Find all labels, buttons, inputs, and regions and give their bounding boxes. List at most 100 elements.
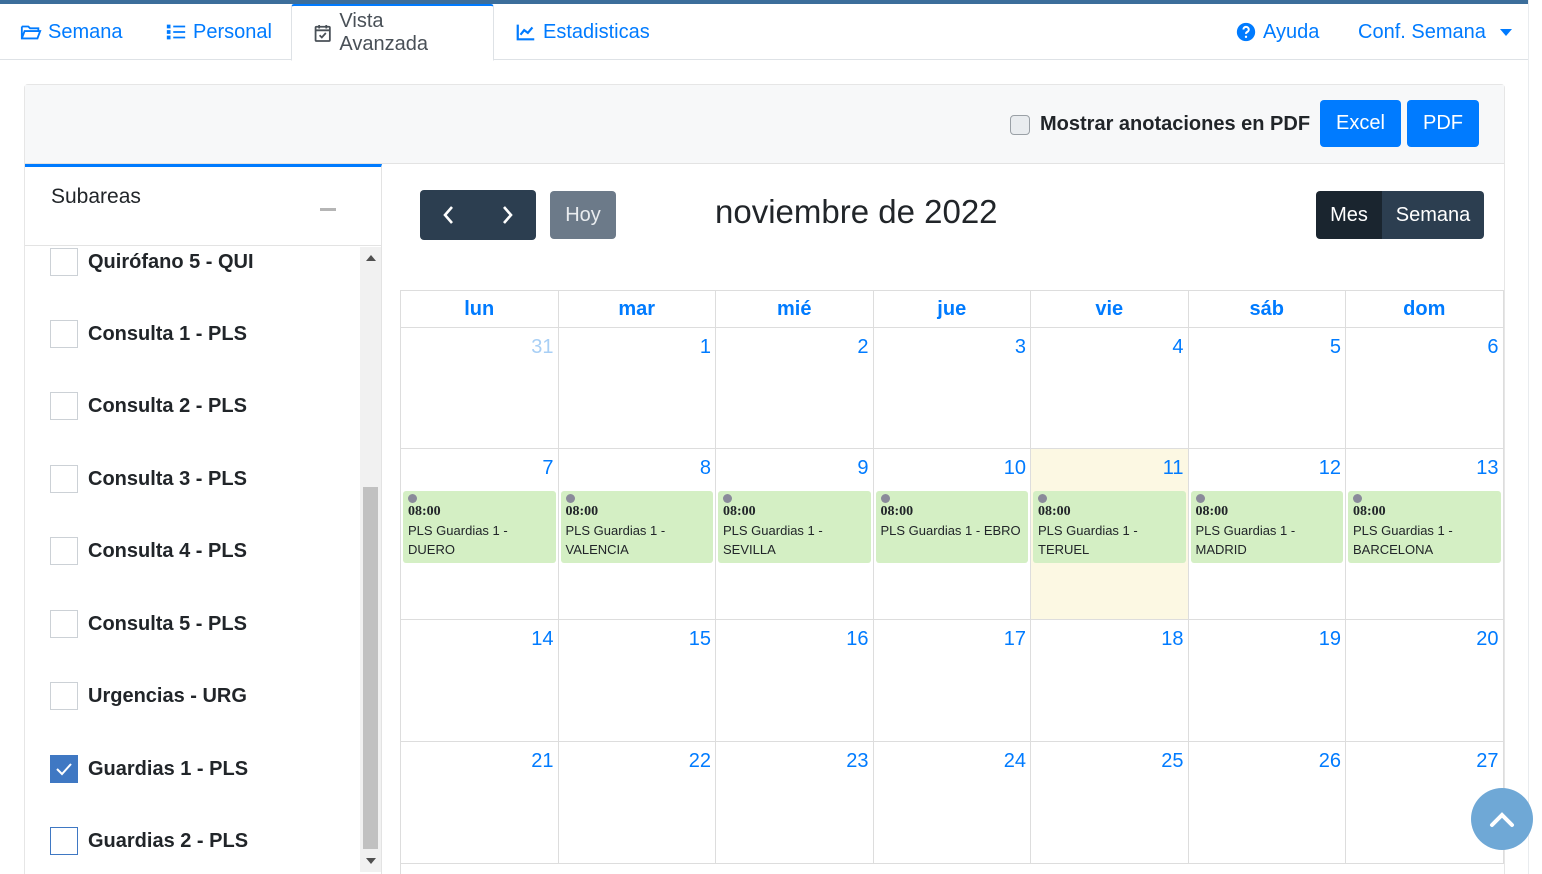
day-cell[interactable]: 4 — [1031, 328, 1189, 449]
scroll-up-arrow-icon[interactable] — [366, 255, 376, 261]
day-cell[interactable]: 16 — [716, 620, 874, 742]
subarea-checkbox[interactable] — [50, 537, 78, 565]
day-number[interactable]: 13 — [1476, 457, 1498, 480]
tab-vista-avanzada[interactable]: Vista Avanzada — [291, 4, 494, 61]
subarea-item[interactable]: Consulta 5 - PLS — [50, 609, 247, 639]
excel-button[interactable]: Excel — [1320, 100, 1401, 147]
day-number[interactable]: 27 — [1476, 750, 1498, 773]
day-cell[interactable]: 31 — [401, 328, 559, 449]
subarea-checkbox[interactable] — [50, 320, 78, 348]
day-cell[interactable]: 18 — [1031, 620, 1189, 742]
day-cell[interactable]: 13 08:00 PLS Guardias 1 - BARCELONA — [1346, 449, 1504, 620]
subarea-item[interactable]: Consulta 3 - PLS — [50, 464, 247, 494]
subarea-checkbox[interactable] — [50, 248, 78, 276]
day-number[interactable]: 2 — [857, 336, 868, 359]
day-cell[interactable]: 19 — [1188, 620, 1346, 742]
day-cell[interactable]: 24 — [873, 742, 1031, 864]
day-cell[interactable]: 6 — [1346, 328, 1504, 449]
day-number[interactable]: 4 — [1172, 336, 1183, 359]
day-number[interactable]: 24 — [1004, 750, 1026, 773]
calendar-event[interactable]: 08:00 PLS Guardias 1 - MADRID — [1190, 491, 1343, 563]
today-button[interactable]: Hoy — [550, 191, 616, 239]
day-cell[interactable]: 12 08:00 PLS Guardias 1 - MADRID — [1188, 449, 1346, 620]
subarea-item[interactable]: Guardias 2 - PLS — [50, 826, 248, 856]
day-number[interactable]: 23 — [846, 750, 868, 773]
subarea-item[interactable]: Urgencias - URG — [50, 681, 247, 711]
day-number[interactable]: 20 — [1476, 628, 1498, 651]
day-number[interactable]: 31 — [531, 336, 553, 359]
day-number[interactable]: 8 — [700, 457, 711, 480]
scroll-thumb[interactable] — [363, 487, 378, 849]
subarea-checkbox[interactable] — [50, 465, 78, 493]
subarea-checkbox[interactable] — [50, 827, 78, 855]
subarea-checkbox[interactable] — [50, 682, 78, 710]
subarea-checkbox[interactable] — [50, 755, 78, 783]
calendar-event[interactable]: 08:00 PLS Guardias 1 - EBRO — [875, 491, 1028, 563]
day-number[interactable]: 1 — [700, 336, 711, 359]
pdf-button[interactable]: PDF — [1407, 100, 1479, 147]
day-cell[interactable]: 20 — [1346, 620, 1504, 742]
day-cell[interactable]: 9 08:00 PLS Guardias 1 - SEVILLA — [716, 449, 874, 620]
day-cell[interactable]: 23 — [716, 742, 874, 864]
tab-estadisticas[interactable]: Estadisticas — [515, 4, 650, 60]
calendar-event[interactable]: 08:00 PLS Guardias 1 - BARCELONA — [1348, 491, 1501, 563]
day-number[interactable]: 25 — [1161, 750, 1183, 773]
day-number[interactable]: 7 — [542, 457, 553, 480]
day-number[interactable]: 26 — [1319, 750, 1341, 773]
day-cell[interactable]: 5 — [1188, 328, 1346, 449]
subarea-item[interactable]: Consulta 2 - PLS — [50, 391, 247, 421]
day-number[interactable]: 3 — [1015, 336, 1026, 359]
help-link[interactable]: Ayuda — [1235, 4, 1319, 60]
day-cell[interactable]: 14 — [401, 620, 559, 742]
day-cell[interactable]: 21 — [401, 742, 559, 864]
day-cell[interactable]: 25 — [1031, 742, 1189, 864]
calendar-event[interactable]: 08:00 PLS Guardias 1 - TERUEL — [1033, 491, 1186, 563]
day-number[interactable]: 15 — [689, 628, 711, 651]
day-cell[interactable]: 8 08:00 PLS Guardias 1 - VALENCIA — [558, 449, 716, 620]
collapse-minus-icon[interactable] — [320, 208, 336, 211]
day-cell[interactable]: 17 — [873, 620, 1031, 742]
tab-personal[interactable]: Personal — [165, 4, 272, 60]
subarea-item[interactable]: Quirófano 5 - QUI — [50, 247, 254, 277]
subarea-item[interactable]: Consulta 4 - PLS — [50, 536, 247, 566]
subareas-scrollbar[interactable] — [360, 247, 381, 872]
day-number[interactable]: 16 — [846, 628, 868, 651]
calendar-event[interactable]: 08:00 PLS Guardias 1 - SEVILLA — [718, 491, 871, 563]
day-number[interactable]: 9 — [857, 457, 868, 480]
day-cell[interactable]: 15 — [558, 620, 716, 742]
day-cell[interactable]: 22 — [558, 742, 716, 864]
day-cell[interactable]: 11 08:00 PLS Guardias 1 - TERUEL — [1031, 449, 1189, 620]
scroll-down-arrow-icon[interactable] — [366, 858, 376, 864]
config-week-dropdown[interactable]: Conf. Semana — [1358, 4, 1512, 60]
week-view-button[interactable]: Semana — [1382, 191, 1484, 239]
prev-month-button[interactable] — [420, 190, 478, 240]
day-cell[interactable]: 2 — [716, 328, 874, 449]
subarea-checkbox[interactable] — [50, 392, 78, 420]
subarea-item[interactable]: Guardias 1 - PLS — [50, 754, 248, 784]
day-number[interactable]: 10 — [1004, 457, 1026, 480]
next-month-button[interactable] — [478, 190, 536, 240]
subarea-checkbox[interactable] — [50, 610, 78, 638]
subarea-item[interactable]: Consulta 1 - PLS — [50, 319, 247, 349]
day-cell[interactable]: 3 — [873, 328, 1031, 449]
day-number[interactable]: 18 — [1161, 628, 1183, 651]
scroll-top-button[interactable] — [1471, 788, 1533, 850]
page-scrollbar[interactable] — [1528, 0, 1542, 874]
day-number[interactable]: 21 — [531, 750, 553, 773]
day-number[interactable]: 11 — [1163, 457, 1184, 480]
day-cell[interactable]: 1 — [558, 328, 716, 449]
day-number[interactable]: 19 — [1319, 628, 1341, 651]
day-number[interactable]: 14 — [531, 628, 553, 651]
day-number[interactable]: 22 — [689, 750, 711, 773]
month-view-button[interactable]: Mes — [1316, 191, 1382, 239]
pdf-annotations-checkbox[interactable] — [1010, 115, 1030, 135]
day-number[interactable]: 12 — [1319, 457, 1341, 480]
day-cell[interactable]: 10 08:00 PLS Guardias 1 - EBRO — [873, 449, 1031, 620]
tab-semana[interactable]: Semana — [20, 4, 123, 60]
calendar-event[interactable]: 08:00 PLS Guardias 1 - DUERO — [403, 491, 556, 563]
day-cell[interactable]: 26 — [1188, 742, 1346, 864]
day-number[interactable]: 6 — [1487, 336, 1498, 359]
calendar-event[interactable]: 08:00 PLS Guardias 1 - VALENCIA — [560, 491, 713, 563]
day-cell[interactable]: 7 08:00 PLS Guardias 1 - DUERO — [401, 449, 559, 620]
day-number[interactable]: 5 — [1330, 336, 1341, 359]
